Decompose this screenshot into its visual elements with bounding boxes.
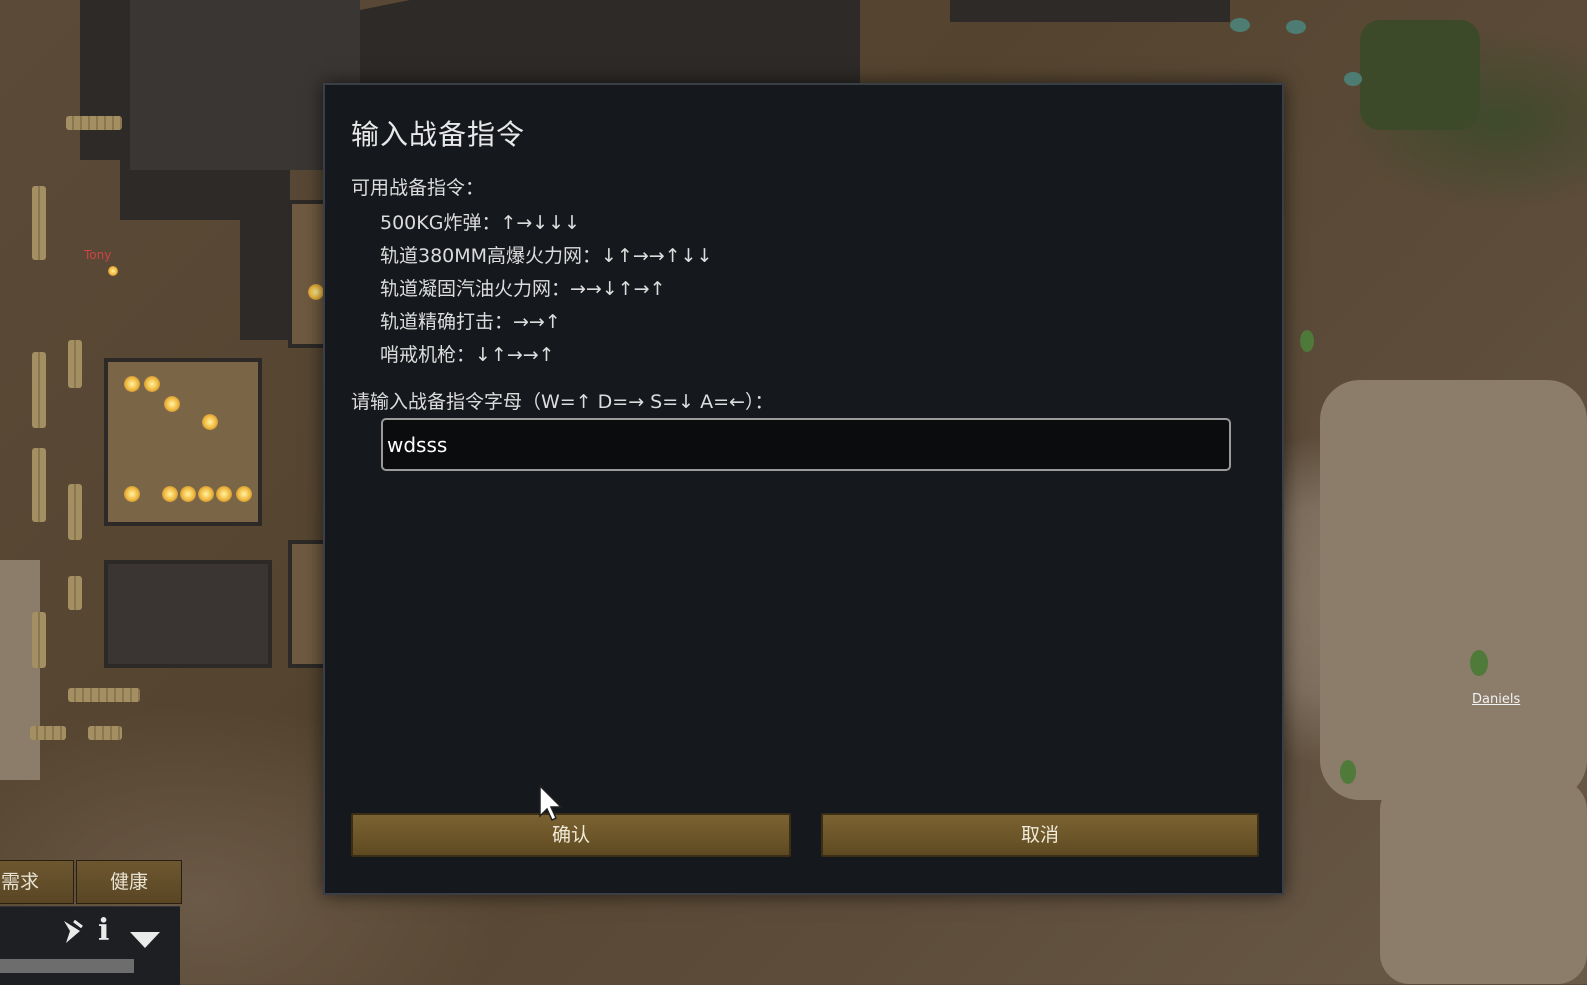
sandbag [32,186,46,260]
lamp [198,486,214,502]
stratagem-code-input[interactable] [381,418,1231,471]
cancel-button[interactable]: 取消 [821,813,1259,857]
bush [1360,20,1480,130]
bush [1286,20,1306,34]
bush [1340,760,1356,784]
sand-patch [1320,380,1587,800]
dropdown-icon[interactable] [128,923,162,958]
flee-icon[interactable] [60,917,86,955]
tab-health[interactable]: 健康 [76,860,182,904]
progress-bar [0,959,134,973]
sandbag [68,484,82,540]
bush [1300,330,1314,352]
pawn-label[interactable]: Daniels [1472,692,1520,707]
sandbag [68,688,140,702]
lamp [144,376,160,392]
lamp [308,284,324,300]
inspect-bar: i [0,906,180,985]
pawn-label[interactable]: Tony [84,248,111,262]
lamp [236,486,252,502]
lamp [202,414,218,430]
wall [950,0,1230,22]
room [104,560,272,668]
sandbag [88,726,122,740]
stratagem-dialog: 输入战备指令 可用战备指令： 500KG炸弹：↑→↓↓↓ 轨道380MM高爆火力… [323,83,1284,895]
sandbag [30,726,66,740]
sandbag [32,448,46,522]
lamp [124,486,140,502]
command-item: 轨道380MM高爆火力网：↓↑→→↑↓↓ [380,245,713,267]
lamp [162,486,178,502]
confirm-button[interactable]: 确认 [351,813,791,857]
command-item: 轨道凝固汽油火力网：→→↓↑→↑ [380,278,666,300]
sandbag [32,352,46,428]
input-label: 请输入战备指令字母（W=↑ D=→ S=↓ A=←）： [351,391,774,413]
info-icon[interactable]: i [98,913,109,948]
lamp [216,486,232,502]
command-item: 轨道精确打击：→→↑ [380,311,561,333]
command-item: 500KG炸弹：↑→↓↓↓ [380,212,581,234]
sandbag [66,116,122,130]
lamp [124,376,140,392]
bush [1230,18,1250,32]
command-item: 哨戒机枪：↓↑→→↑ [380,344,555,366]
lamp [164,396,180,412]
bush [1470,650,1488,676]
tab-needs[interactable]: 需求 [0,860,74,904]
sandbag [32,612,46,668]
bush [1344,72,1362,86]
sandbag [68,576,82,610]
sand-patch [0,560,40,780]
commands-header: 可用战备指令： [351,177,485,199]
sandbag [68,340,82,388]
dialog-title: 输入战备指令 [351,118,526,151]
lamp [180,486,196,502]
sand-patch [1380,780,1587,984]
wall [80,0,130,160]
lamp [108,266,118,276]
